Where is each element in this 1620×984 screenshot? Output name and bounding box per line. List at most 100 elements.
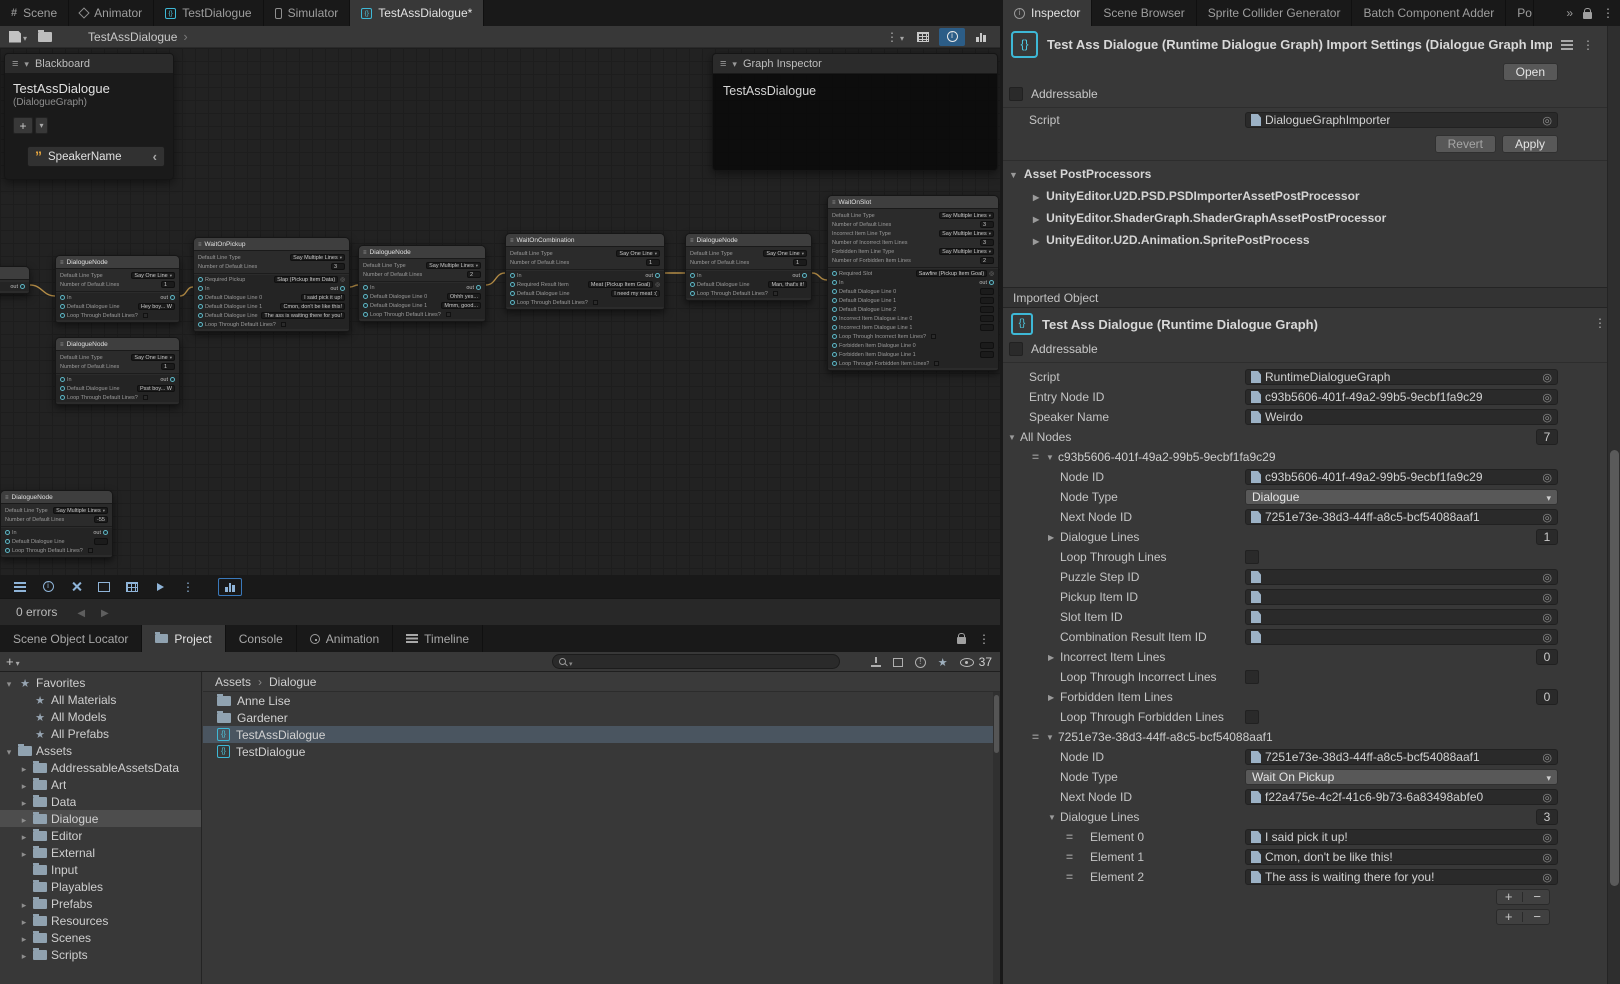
node-title-bar[interactable]: WaitOnPickup xyxy=(194,238,349,251)
node-field[interactable]: Say One Line xyxy=(616,250,660,257)
node-title-bar[interactable]: DialogueNode xyxy=(1,491,112,504)
graph-inspector-panel[interactable]: Graph Inspector TestAssDialogue xyxy=(712,53,998,171)
input-port[interactable] xyxy=(832,316,837,321)
node-field[interactable] xyxy=(94,538,108,545)
node-field[interactable]: I said pick it up! xyxy=(301,294,345,301)
array-size-field[interactable]: 1 xyxy=(1536,529,1558,545)
node-field[interactable] xyxy=(980,288,994,295)
foldout-collapsed-icon[interactable] xyxy=(1033,189,1039,203)
project-list-item[interactable]: Gardener xyxy=(203,709,1000,726)
input-port[interactable] xyxy=(690,273,695,278)
input-port[interactable] xyxy=(510,300,515,305)
node-field[interactable] xyxy=(980,315,994,322)
project-tree-item[interactable]: Dialogue xyxy=(0,810,201,827)
input-port[interactable] xyxy=(832,280,837,285)
search-input[interactable] xyxy=(576,655,833,669)
panel-tab[interactable]: Timeline xyxy=(393,625,483,652)
tools-button[interactable] xyxy=(64,578,88,596)
array-size-field[interactable]: 0 xyxy=(1536,649,1558,665)
node-field[interactable]: The ass is waiting there for you! xyxy=(261,312,345,319)
project-tree-item[interactable]: Input xyxy=(0,861,201,878)
next-error-button[interactable] xyxy=(101,605,109,619)
header-menu-icon[interactable] xyxy=(1582,38,1594,52)
project-tree-item[interactable]: External xyxy=(0,844,201,861)
checkbox[interactable] xyxy=(773,291,778,296)
input-port[interactable] xyxy=(60,313,65,318)
revert-button[interactable]: Revert xyxy=(1435,135,1496,153)
expand-arrow-icon[interactable] xyxy=(22,900,27,910)
node-field[interactable] xyxy=(980,342,994,349)
output-port[interactable] xyxy=(655,273,660,278)
panel-menu-icon[interactable] xyxy=(978,632,990,646)
input-port[interactable] xyxy=(832,271,837,276)
expand-arrow-icon[interactable] xyxy=(22,849,27,859)
checkbox[interactable] xyxy=(446,312,451,317)
object-picker-icon[interactable] xyxy=(1542,630,1552,644)
window-tab[interactable]: Po xyxy=(1506,0,1534,26)
blackboard-toggle-button[interactable] xyxy=(968,28,994,46)
output-port[interactable] xyxy=(989,280,994,285)
node-field[interactable]: Say Multiple Lines xyxy=(939,248,994,255)
node-field[interactable]: Meat (Pickup Item Goal) xyxy=(588,281,653,288)
previous-error-button[interactable] xyxy=(77,605,85,619)
input-port[interactable] xyxy=(5,530,10,535)
lock-icon[interactable] xyxy=(1583,12,1592,19)
expand-arrow-icon[interactable] xyxy=(22,832,27,842)
drag-handle-icon[interactable] xyxy=(1032,450,1046,464)
input-port[interactable] xyxy=(198,277,203,282)
array-size-field[interactable]: 0 xyxy=(1536,689,1558,705)
input-port[interactable] xyxy=(832,361,837,366)
open-button[interactable]: Open xyxy=(1503,63,1558,81)
project-tree-item[interactable]: All Models xyxy=(0,708,201,725)
node-field[interactable]: Say Multiple Lines xyxy=(53,507,108,514)
graph-node[interactable]: DialogueNode Default Line Type Say One L… xyxy=(685,233,812,301)
breadcrumb-root[interactable]: Assets xyxy=(215,675,251,689)
graph-node[interactable]: StartNode out xyxy=(0,266,30,294)
text-field[interactable]: 7251e73e-38d3-44ff-a8c5-bcf54088aaf1 xyxy=(1245,749,1558,765)
project-tree-item[interactable]: Resources xyxy=(0,912,201,929)
panel-tab[interactable]: Project xyxy=(142,625,225,652)
project-tree-item[interactable]: Favorites xyxy=(0,674,201,691)
node-title-bar[interactable]: DialogueNode xyxy=(686,234,811,247)
project-tree-item[interactable]: Art xyxy=(0,776,201,793)
input-port[interactable] xyxy=(832,289,837,294)
chart-toggle-button[interactable] xyxy=(218,578,242,596)
window-tab[interactable]: Inspector xyxy=(1003,0,1092,26)
input-port[interactable] xyxy=(832,352,837,357)
foldout-collapsed-icon[interactable] xyxy=(1033,233,1039,247)
text-field[interactable]: RuntimeDialogueGraph xyxy=(1245,369,1558,385)
drag-handle-icon[interactable] xyxy=(1066,830,1090,844)
node-title-bar[interactable]: DialogueNode xyxy=(359,246,485,259)
expand-arrow-icon[interactable] xyxy=(22,917,27,927)
text-field[interactable]: 7251e73e-38d3-44ff-a8c5-bcf54088aaf1 xyxy=(1245,509,1558,525)
window-tab[interactable]: Animator xyxy=(69,0,154,26)
foldout-expanded-icon[interactable] xyxy=(1008,432,1020,442)
object-picker-icon[interactable] xyxy=(1542,470,1552,484)
node-field[interactable]: Mmm, good... xyxy=(441,302,481,309)
input-port[interactable] xyxy=(510,273,515,278)
drag-handle-icon[interactable] xyxy=(1066,870,1090,884)
object-picker-icon[interactable] xyxy=(1542,750,1552,764)
foldout-collapsed-icon[interactable] xyxy=(1048,532,1060,542)
node-field[interactable]: 2 xyxy=(467,271,481,278)
collapse-caret-icon[interactable] xyxy=(732,58,737,70)
remove-element-button[interactable] xyxy=(1533,910,1541,924)
node-field[interactable]: 1 xyxy=(793,259,807,266)
input-port[interactable] xyxy=(198,295,203,300)
output-port[interactable] xyxy=(340,286,345,291)
node-field[interactable]: Cmon, don't be like this! xyxy=(280,303,345,310)
graph-inspector-header[interactable]: Graph Inspector xyxy=(713,54,997,74)
foldout-expanded-icon[interactable] xyxy=(1046,732,1058,742)
input-port[interactable] xyxy=(60,386,65,391)
script-field[interactable]: DialogueGraphImporter xyxy=(1245,112,1558,128)
drag-handle-icon[interactable] xyxy=(1032,730,1046,744)
input-port[interactable] xyxy=(832,334,837,339)
grid-button[interactable] xyxy=(120,578,144,596)
project-tree-item[interactable]: All Prefabs xyxy=(0,725,201,742)
add-property-button[interactable] xyxy=(13,117,33,134)
graph-node[interactable]: DialogueNode Default Line Type Say One L… xyxy=(55,337,180,405)
object-picker-icon[interactable] xyxy=(655,282,660,288)
window-tab[interactable]: Sprite Collider Generator xyxy=(1197,0,1353,26)
node-field[interactable] xyxy=(980,297,994,304)
collapse-arrow-icon[interactable] xyxy=(7,679,12,689)
